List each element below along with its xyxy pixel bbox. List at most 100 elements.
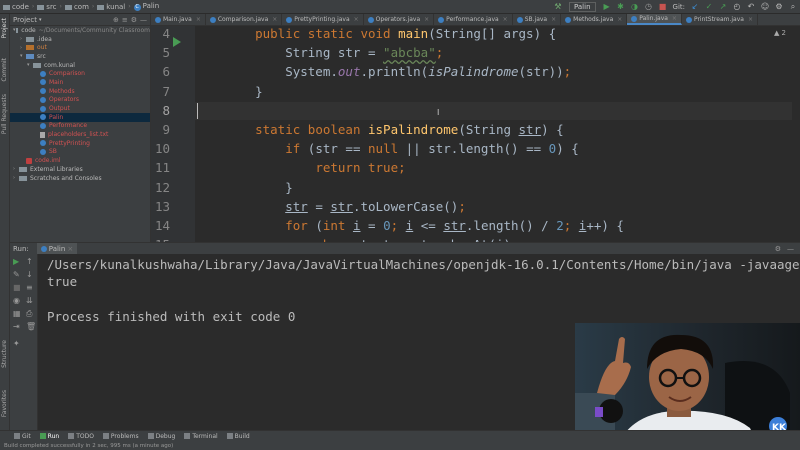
tab-sb-java[interactable]: SB.java × — [513, 14, 562, 25]
tab-comparison-java[interactable]: Comparison.java × — [206, 14, 283, 25]
tree-item-performance[interactable]: Performance — [10, 122, 150, 131]
close-icon[interactable]: × — [196, 16, 201, 23]
breadcrumb-code[interactable]: code — [0, 3, 32, 11]
text-caret — [197, 103, 198, 119]
tree-item-code[interactable]: ▾ code ~/Documents/Community Classroom — [10, 26, 150, 35]
scroll-to-end-icon[interactable]: ⇊ — [26, 296, 33, 305]
close-icon[interactable]: × — [672, 15, 677, 22]
tree-item-out[interactable]: › out — [10, 43, 150, 52]
tree-item-prettyprinting[interactable]: PrettyPrinting — [10, 139, 150, 148]
project-panel: Project ▾ ⊕ ≡ ⚙ — ▾ code ~/Documents/Commu… — [10, 14, 151, 242]
close-icon[interactable]: × — [503, 16, 508, 23]
git-history-icon[interactable]: ◴ — [732, 2, 742, 12]
close-icon[interactable]: × — [67, 245, 73, 253]
tree-item-code-iml[interactable]: code.iml — [10, 156, 150, 165]
tab-prettyprinting-java[interactable]: PrettyPrinting.java × — [282, 14, 364, 25]
git-tool-button[interactable]: Git — [14, 433, 31, 440]
close-icon[interactable]: × — [354, 16, 359, 23]
close-icon[interactable]: × — [748, 16, 753, 23]
hide-icon[interactable]: — — [787, 245, 794, 253]
structure-tool-tab[interactable]: Structure — [1, 340, 8, 368]
panel-settings-icon[interactable]: ⚙ — [131, 16, 137, 24]
problems-tool-button[interactable]: Problems — [102, 433, 139, 440]
tree-item-palin[interactable]: Palin — [10, 112, 150, 122]
trash-icon[interactable]: 🗑 — [26, 322, 36, 331]
hide-icon[interactable]: — — [140, 16, 147, 24]
exit-icon[interactable]: ⇥ — [13, 322, 20, 331]
tab-printstream-java[interactable]: PrintStream.java × — [682, 14, 758, 25]
user-icon[interactable]: ☺ — [760, 2, 770, 12]
project-title[interactable]: Project — [13, 16, 37, 24]
terminal-tool-button[interactable]: Terminal — [184, 433, 218, 440]
tree-item-methods[interactable]: Methods — [10, 87, 150, 96]
tree-item-placeholders-list-txt[interactable]: placeholders_list.txt — [10, 130, 150, 139]
tab-operators-java[interactable]: Operators.java × — [364, 14, 435, 25]
tab-performance-java[interactable]: Performance.java × — [434, 14, 513, 25]
print-icon[interactable]: ⎙ — [26, 309, 32, 319]
run-configuration-select[interactable]: Palin — [568, 1, 596, 12]
commit-tool-tab[interactable]: Commit — [1, 58, 8, 82]
stop-icon[interactable]: ■ — [658, 2, 668, 12]
breadcrumb-kunal[interactable]: kunal — [94, 3, 128, 11]
soft-wrap-icon[interactable]: ≡ — [26, 283, 33, 292]
tree-item--idea[interactable]: › .idea — [10, 35, 150, 44]
tree-item-output[interactable]: Output — [10, 104, 150, 113]
debug-tool-button[interactable]: Debug — [147, 433, 175, 440]
rerun-icon[interactable]: ▶ — [13, 257, 19, 266]
debug-icon[interactable]: ✱ — [616, 2, 626, 12]
run-tab-palin[interactable]: Palin × — [36, 242, 78, 255]
search-icon[interactable]: ⌕ — [788, 2, 798, 12]
collapse-icon[interactable]: ≡ — [122, 16, 128, 24]
breadcrumb-palin[interactable]: Palin — [131, 2, 163, 11]
tree-item-sb[interactable]: SB — [10, 148, 150, 157]
tree-item-scratches-and-consoles[interactable]: › Scratches and Consoles — [10, 174, 150, 183]
build-tool-button[interactable]: Build — [226, 433, 250, 440]
git-rollback-icon[interactable]: ↶ — [746, 2, 756, 12]
wrench-icon[interactable]: ✎ — [13, 270, 20, 279]
run-icon[interactable]: ▶ — [602, 2, 612, 12]
git-update-icon[interactable]: ↙ — [690, 2, 700, 12]
project-tool-tab[interactable]: Project — [1, 18, 8, 39]
run-toolbar: ▶ ↑ ✎ ↓ ■ ≡ ◉ ⇊ ▦ ⎙ ⇥ 🗑 ✦ — [10, 254, 38, 430]
close-icon[interactable]: × — [272, 16, 277, 23]
code-editor[interactable]: 456789101112131415 I ▲ 2 public static v… — [151, 26, 800, 242]
close-icon[interactable]: × — [617, 16, 622, 23]
tree-item-main[interactable]: Main — [10, 78, 150, 87]
pull-requests-tool-tab[interactable]: Pull Requests — [1, 94, 8, 134]
close-icon[interactable]: × — [551, 16, 556, 23]
console-line-exit: Process finished with exit code 0 — [47, 309, 296, 324]
tree-item-com-kunal[interactable]: ▾ com.kunal — [10, 61, 150, 70]
locate-icon[interactable]: ⊕ — [113, 16, 119, 24]
tree-item-src[interactable]: ▾ src — [10, 52, 150, 61]
close-icon[interactable]: × — [424, 16, 429, 23]
breadcrumb-com[interactable]: com — [62, 3, 92, 11]
settings-icon[interactable]: ⚙ — [774, 2, 784, 12]
chevron-down-icon[interactable]: ▾ — [39, 17, 42, 23]
build-hammer-icon[interactable]: ⚒ — [553, 2, 563, 12]
tree-item-operators[interactable]: Operators — [10, 96, 150, 105]
editor-scrollbar[interactable] — [792, 26, 800, 242]
run-tool-button[interactable]: Run — [39, 433, 59, 440]
folder-icon — [15, 27, 19, 33]
tab-palin-java[interactable]: Palin.java × — [627, 14, 682, 25]
restore-layout-icon[interactable]: ▦ — [13, 309, 21, 318]
todo-tool-button[interactable]: TODO — [68, 433, 94, 440]
scroll-down-icon[interactable]: ↓ — [26, 270, 33, 279]
run-settings-icon[interactable]: ⚙ — [775, 245, 781, 253]
profile-icon[interactable]: ◷ — [644, 2, 654, 12]
favorites-tool-tab[interactable]: Favorites — [1, 390, 8, 417]
tab-main-java[interactable]: Main.java × — [151, 14, 206, 25]
pin-icon[interactable]: ✦ — [13, 339, 20, 348]
git-commit-icon[interactable]: ✓ — [704, 2, 714, 12]
camera-icon[interactable]: ◉ — [13, 296, 20, 305]
tab-methods-java[interactable]: Methods.java × — [561, 14, 628, 25]
breadcrumb-src[interactable]: src — [34, 3, 59, 11]
git-push-icon[interactable]: ↗ — [718, 2, 728, 12]
coverage-icon[interactable]: ◑ — [630, 2, 640, 12]
scroll-up-icon[interactable]: ↑ — [26, 257, 33, 266]
tree-item-comparison[interactable]: Comparison — [10, 69, 150, 78]
run-gutter-icon[interactable] — [173, 37, 181, 47]
tree-item-external-libraries[interactable]: › External Libraries — [10, 165, 150, 174]
stop-icon[interactable]: ■ — [13, 283, 21, 292]
inspection-warning-badge[interactable]: ▲ 2 — [774, 29, 786, 37]
